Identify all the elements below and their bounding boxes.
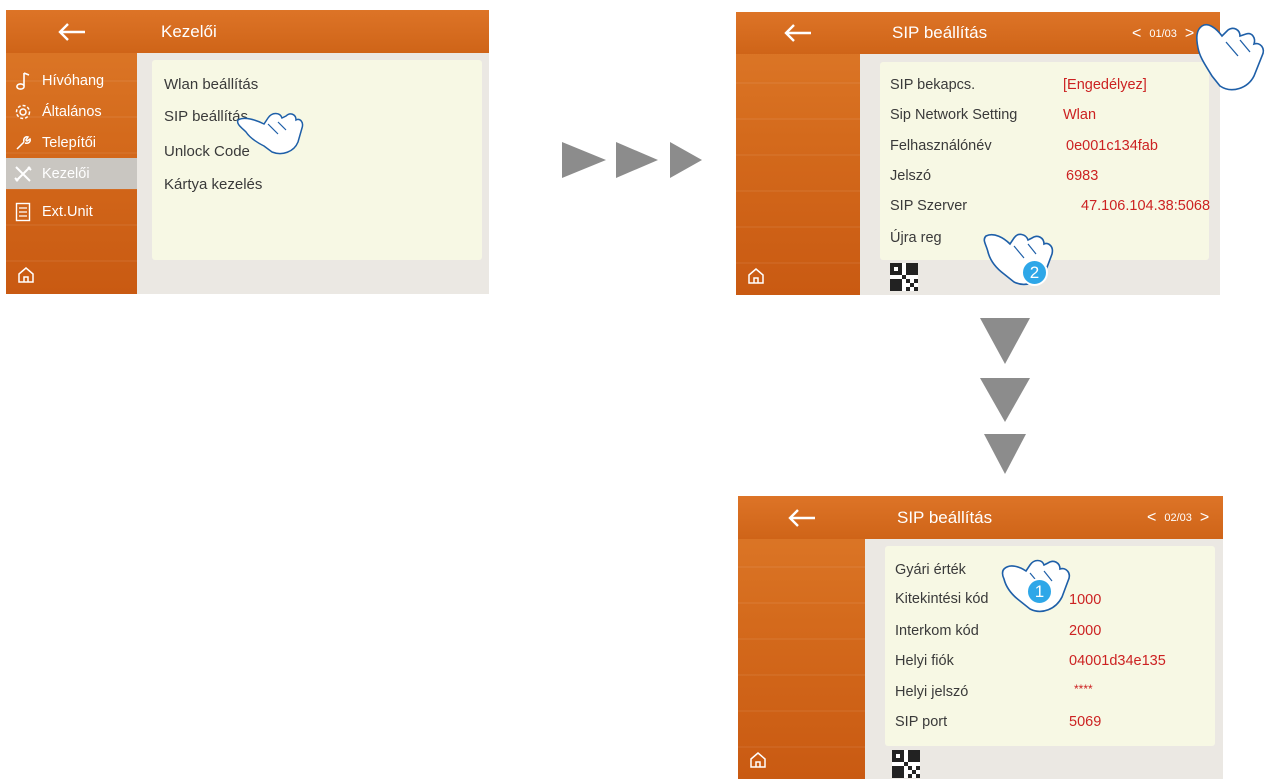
setting-label: Jelszó [890, 168, 932, 184]
home-icon [750, 752, 766, 768]
setting-value[interactable]: 2000 [1069, 623, 1101, 639]
next-page-button[interactable]: > [1185, 25, 1194, 43]
page-title: SIP beállítás [897, 507, 993, 527]
sidebar-item-label: Hívóhang [42, 72, 105, 89]
back-button[interactable] [738, 496, 865, 539]
menu-panel: Wlan beállítás SIP beállítás Unlock Code… [152, 60, 482, 260]
next-page-button[interactable]: > [1200, 509, 1209, 527]
setting-label: Interkom kód [895, 623, 979, 639]
screen-kezeloi: Kezelői Hívóhang Általános Telepítői Kez… [6, 10, 489, 294]
menu-item-wlan[interactable]: Wlan beállítás [164, 76, 258, 93]
setting-label: SIP Szerver [890, 198, 968, 214]
step-badge: 1 [1026, 578, 1053, 605]
menu-item-kartya[interactable]: Kártya kezelés [164, 176, 262, 193]
arrow-left-icon [787, 508, 815, 527]
pager: < 02/03 > [1147, 509, 1209, 527]
arrow-left-icon [784, 24, 811, 42]
sidebar-item-label: Ext.Unit [42, 203, 93, 220]
top-bar: SIP beállítás < 01/03 > [860, 12, 1220, 54]
factory-reset-button[interactable]: Gyári érték [895, 562, 966, 578]
page-title: Kezelői [161, 21, 217, 41]
setting-value[interactable]: 0e001c134fab [1066, 138, 1158, 154]
sidebar-item-label: Kezelői [42, 165, 90, 182]
qr-code-icon [892, 750, 920, 778]
settings-panel: SIP bekapcs. [Engedélyez] Sip Network Se… [880, 62, 1210, 260]
screen-sip-page1: SIP beállítás < 01/03 > SIP bekapcs. [En… [736, 12, 1220, 295]
setting-label: SIP port [895, 714, 948, 730]
prev-page-button[interactable]: < [1147, 509, 1156, 527]
sidebar-item-kezeloi[interactable]: Kezelői [6, 158, 137, 189]
back-button[interactable] [6, 10, 137, 53]
setting-value[interactable]: **** [1074, 682, 1093, 696]
flow-arrow-down-icon [980, 318, 1030, 474]
menu-item-unlock-code[interactable]: Unlock Code [164, 143, 250, 160]
page-indicator: 02/03 [1164, 512, 1192, 524]
page-title: SIP beállítás [892, 23, 988, 42]
setting-label: SIP bekapcs. [890, 77, 976, 93]
flow-arrow-right-icon [562, 142, 702, 178]
sidebar-item-label: Telepítői [42, 134, 97, 151]
setting-value[interactable]: 04001d34e135 [1069, 653, 1166, 669]
wrench-icon [10, 134, 36, 152]
sidebar [736, 12, 860, 295]
screen-sip-page2: SIP beállítás < 02/03 > Gyári érték Kite… [738, 496, 1223, 779]
top-bar: Kezelői [137, 10, 489, 53]
home-button[interactable] [748, 750, 768, 775]
setting-value[interactable]: 5069 [1069, 714, 1101, 730]
home-button[interactable] [746, 266, 766, 291]
setting-label: Felhasználónév [890, 138, 992, 154]
page-indicator: 01/03 [1149, 28, 1177, 40]
gear-icon [10, 103, 36, 121]
sidebar-item-hivohang[interactable]: Hívóhang [6, 65, 137, 96]
setting-label: Kitekintési kód [895, 591, 989, 607]
setting-value[interactable]: [Engedélyez] [1063, 77, 1147, 93]
step-number: 1 [1034, 581, 1045, 601]
setting-value[interactable]: Wlan [1063, 107, 1096, 123]
setting-value[interactable]: 47.106.104.38:5068 [1081, 198, 1210, 214]
tools-icon [10, 165, 36, 183]
setting-value[interactable]: 1000 [1069, 592, 1101, 608]
sidebar-item-ext-unit[interactable]: Ext.Unit [6, 196, 137, 227]
home-button[interactable] [16, 265, 36, 290]
reregister-button[interactable]: Újra reg [890, 230, 942, 246]
list-icon [10, 202, 36, 222]
top-bar: SIP beállítás < 02/03 > [865, 496, 1223, 539]
sidebar-item-label: Általános [42, 103, 102, 120]
prev-page-button[interactable]: < [1132, 25, 1141, 43]
sidebar-item-altalanos[interactable]: Általános [6, 96, 137, 127]
setting-label: Helyi jelszó [895, 684, 969, 700]
back-button[interactable] [736, 12, 860, 54]
arrow-left-icon [57, 22, 85, 41]
setting-label: Helyi fiók [895, 653, 954, 669]
menu-item-sip[interactable]: SIP beállítás [164, 108, 248, 125]
step-number: 2 [1029, 262, 1040, 282]
setting-value[interactable]: 6983 [1066, 168, 1098, 184]
home-icon [748, 268, 764, 284]
sidebar-item-telepitoi[interactable]: Telepítői [6, 127, 137, 158]
qr-code-icon [890, 263, 918, 291]
home-icon [18, 267, 34, 283]
pager: < 01/03 > [1132, 25, 1194, 43]
settings-panel: Gyári érték Kitekintési kód 1000 Interko… [885, 546, 1215, 746]
setting-label: Sip Network Setting [890, 107, 1018, 123]
step-badge: 2 [1021, 259, 1048, 286]
music-note-icon [10, 71, 36, 91]
